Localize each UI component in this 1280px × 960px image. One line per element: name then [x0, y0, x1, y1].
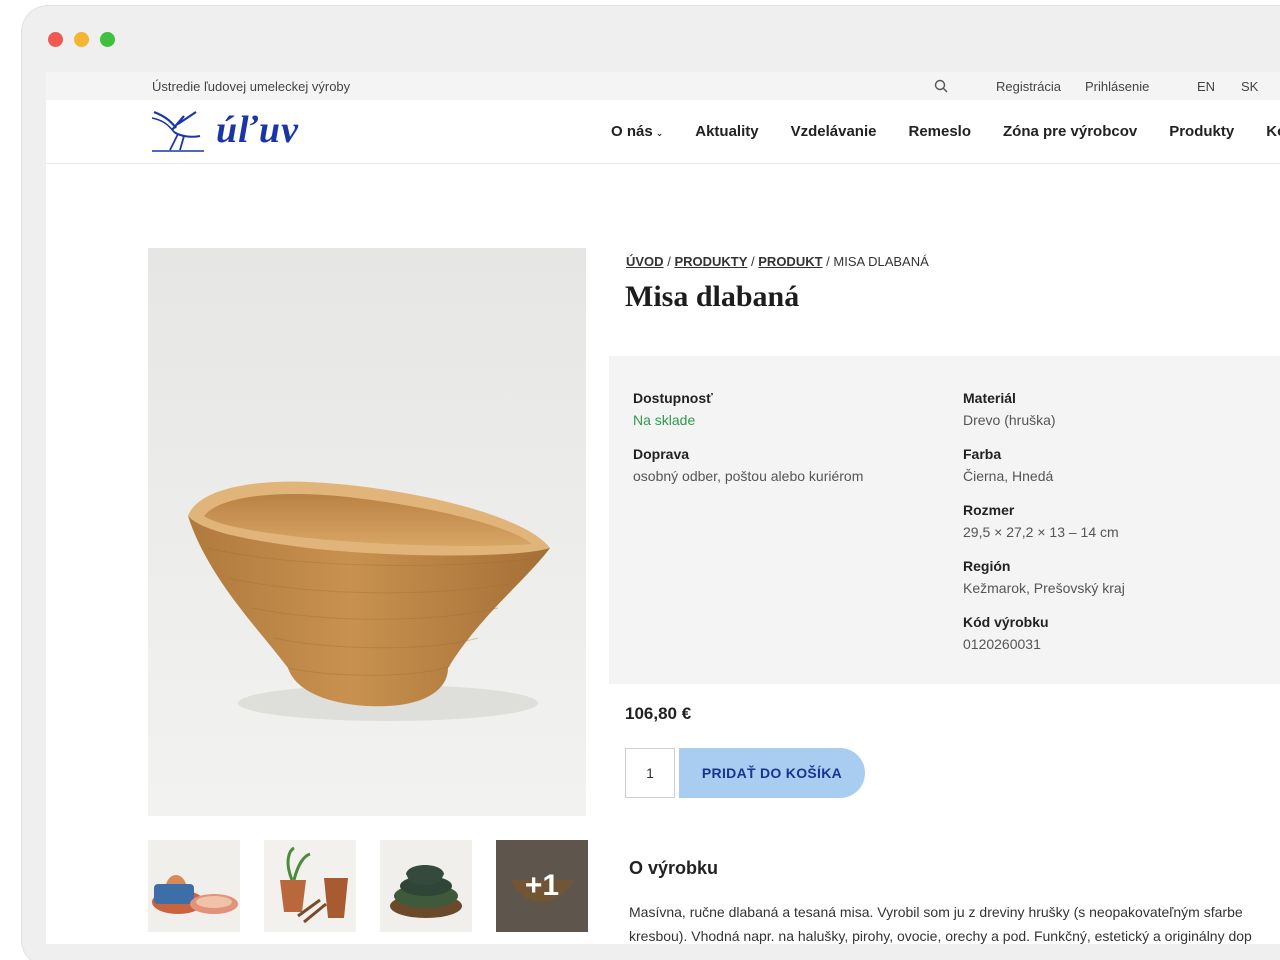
thumbnail-ceramic-dishes[interactable] — [148, 840, 240, 932]
about-product-heading: O výrobku — [629, 858, 719, 878]
nav-item-label: O nás — [611, 123, 653, 140]
quantity-input[interactable]: 1 — [625, 748, 675, 798]
spec-label: Kód výrobku — [963, 614, 1049, 630]
nav-item-remeslo[interactable]: Remeslo — [908, 123, 971, 140]
breadcrumb-separator: / — [667, 254, 671, 269]
main-navigation: O nás ⌄ Aktuality Vzdelávanie Remeslo Zó… — [611, 123, 1280, 140]
nav-item-vzdelavanie[interactable]: Vzdelávanie — [791, 123, 877, 140]
nav-item-aktuality[interactable]: Aktuality — [695, 123, 758, 140]
spec-availability: Dostupnosť Na sklade — [633, 390, 713, 428]
product-thumbnails: +1 — [148, 840, 588, 932]
spec-shipping: Doprava osobný odber, poštou alebo kurié… — [633, 446, 863, 484]
ceramic-dishes-image — [148, 840, 240, 932]
chevron-down-icon: ⌄ — [655, 127, 664, 138]
spec-value: Kežmarok, Prešovský kraj — [963, 580, 1125, 596]
nav-item-label: Vzdelávanie — [790, 123, 877, 140]
logo-wordmark: úľuv — [216, 109, 299, 151]
minimize-window-button[interactable] — [74, 32, 89, 47]
page-title: Misa dlabaná — [625, 280, 800, 313]
stock-status: Na sklade — [633, 412, 696, 428]
register-link[interactable]: Registrácia — [996, 79, 1061, 94]
nav-item-kontakt[interactable]: Konta — [1266, 123, 1280, 140]
green-bowls-image — [380, 840, 472, 932]
nav-item-o-nas[interactable]: O nás ⌄ — [611, 123, 663, 140]
thumbnail-more-images[interactable]: +1 — [496, 840, 588, 932]
spec-label: Región — [963, 558, 1011, 574]
breadcrumb-separator: / — [826, 254, 830, 269]
language-en-link[interactable]: EN — [1197, 79, 1215, 94]
spec-color: Farba Čierna, Hnedá — [963, 446, 1053, 484]
spec-value: Drevo (hruška) — [963, 412, 1056, 428]
nav-item-zona-pre-vyrobcov[interactable]: Zóna pre výrobcov — [1003, 123, 1137, 140]
maximize-window-button[interactable] — [100, 32, 115, 47]
site-logo[interactable]: úľuv — [150, 106, 299, 154]
spec-label: Dostupnosť — [633, 390, 713, 406]
spec-label: Doprava — [633, 446, 690, 462]
add-to-cart-button[interactable]: PRIDAŤ DO KOŠÍKA — [679, 748, 865, 798]
organization-name: Ústredie ľudovej umeleckej výroby — [152, 79, 351, 94]
thumbnail-clay-pots[interactable] — [264, 840, 356, 932]
product-price: 106,80 € — [625, 704, 692, 723]
more-images-count: +1 — [496, 840, 588, 932]
spec-value: Čierna, Hnedá — [963, 468, 1054, 484]
spec-value: 0120260031 — [963, 636, 1041, 652]
breadcrumb-current: MISA DLABANÁ — [833, 254, 929, 269]
about-text-line: Masívna, ručne dlabaná a tesaná misa. Vy… — [629, 904, 1243, 920]
wooden-bowl-image — [188, 481, 550, 721]
nav-item-label: Aktuality — [695, 123, 759, 140]
product-specs-panel: Dostupnosť Na sklade Doprava osobný odbe… — [609, 356, 1280, 684]
browser-window: Ústredie ľudovej umeleckej výroby Regist… — [22, 6, 1280, 960]
window-controls — [48, 32, 115, 47]
breadcrumb: ÚVOD / PRODUKTY / PRODUKT / MISA DLABANÁ — [626, 254, 929, 269]
login-link[interactable]: Prihlásenie — [1085, 79, 1149, 94]
product-main-image[interactable] — [148, 248, 586, 816]
nav-item-label: Remeslo — [908, 123, 972, 140]
spec-product-code: Kód výrobku 0120260031 — [963, 614, 1049, 652]
spec-label: Rozmer — [963, 502, 1015, 518]
spec-value: osobný odber, poštou alebo kuriérom — [633, 468, 864, 484]
nav-item-label: Zóna pre výrobcov — [1003, 123, 1138, 140]
page-viewport: Ústredie ľudovej umeleckej výroby Regist… — [46, 72, 1280, 944]
about-text-line: kresbou). Vhodná napr. na halušky, piroh… — [629, 928, 1252, 944]
breadcrumb-products-link[interactable]: PRODUKTY — [674, 254, 747, 269]
spec-material: Materiál Drevo (hruška) — [963, 390, 1056, 428]
spec-size: Rozmer 29,5 × 27,2 × 13 – 14 cm — [963, 502, 1119, 540]
spec-region: Región Kežmarok, Prešovský kraj — [963, 558, 1125, 596]
spec-value: 29,5 × 27,2 × 13 – 14 cm — [963, 524, 1119, 540]
search-icon[interactable] — [934, 79, 948, 93]
spec-label: Materiál — [963, 390, 1016, 406]
breadcrumb-home-link[interactable]: ÚVOD — [626, 254, 664, 269]
about-product-text: Masívna, ručne dlabaná a tesaná misa. Vy… — [629, 900, 1280, 944]
spec-label: Farba — [963, 446, 1002, 462]
bird-logo-icon — [151, 110, 204, 152]
clay-pots-image — [264, 840, 356, 932]
nav-item-label: Produkty — [1169, 123, 1235, 140]
breadcrumb-separator: / — [751, 254, 755, 269]
language-sk-link[interactable]: SK — [1241, 79, 1258, 94]
breadcrumb-product-link[interactable]: PRODUKT — [758, 254, 822, 269]
site-header: úľuv O nás ⌄ Aktuality Vzdelávanie Remes… — [46, 100, 1280, 164]
nav-item-produkty[interactable]: Produkty — [1169, 123, 1234, 140]
utility-bar: Ústredie ľudovej umeleckej výroby Regist… — [46, 72, 1280, 100]
nav-item-label: Konta — [1266, 123, 1280, 140]
thumbnail-green-bowls[interactable] — [380, 840, 472, 932]
close-window-button[interactable] — [48, 32, 63, 47]
